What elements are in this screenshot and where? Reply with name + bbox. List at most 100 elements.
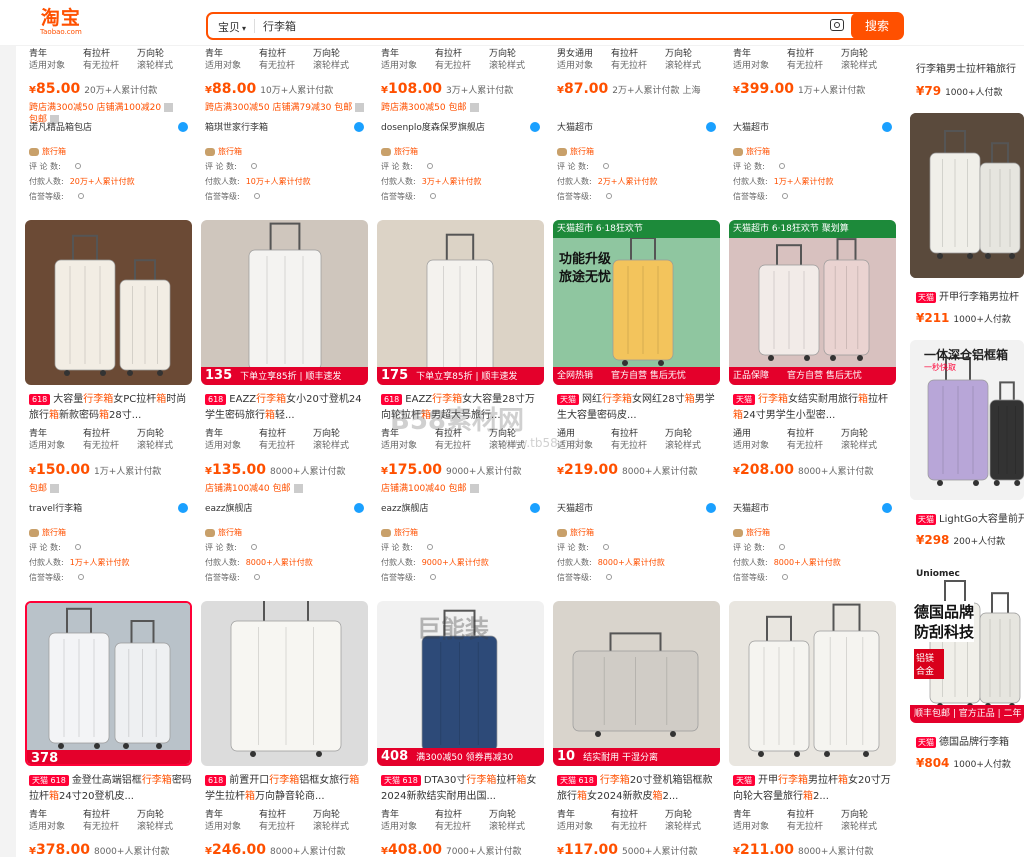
product-card[interactable]: 巨能装 408 满300减50 领券再减30 天猫 618 DTA30寸行李箱拉杆箱女2…	[377, 601, 544, 858]
coupon-text[interactable]: 包邮	[29, 483, 192, 495]
recommend-price: ¥298 200+人付款	[916, 533, 1006, 547]
search-icon[interactable]	[605, 574, 612, 580]
search-icon[interactable]	[253, 193, 260, 199]
search-icon[interactable]	[250, 544, 257, 550]
search-icon[interactable]	[77, 193, 84, 199]
recommend-image[interactable]: 一体深仓铝框箱 一秒快取	[910, 340, 1024, 500]
coupon-text[interactable]: 店铺满100减40 包邮	[205, 483, 368, 495]
product-attributes: 青年 有拉杆 万向轮 适用对象 有无拉杆 滚轮样式	[29, 48, 192, 72]
product-card[interactable]: 135 下单立享85折 | 顺丰速发 618 EAZZ行李箱女小20寸登机24学生密码…	[201, 220, 368, 590]
coupon-text[interactable]: 店铺满100减40 包邮	[381, 483, 544, 495]
product-thumbnail[interactable]: 巨能装 408 满300减50 领券再减30	[377, 601, 544, 766]
shop-name[interactable]: eazz旗舰店	[205, 503, 368, 515]
shop-name[interactable]: 箱琪世家行李箱	[205, 122, 368, 134]
recommend-card[interactable]: 天猫 开甲行李箱男拉杆 ¥211 1000+人付款	[910, 113, 1024, 333]
recommend-image[interactable]	[910, 113, 1024, 278]
shop-name[interactable]: 天猫超市	[557, 503, 720, 515]
wangwang-chat-icon[interactable]	[530, 503, 540, 513]
currency-symbol: ¥	[557, 466, 564, 477]
search-icon[interactable]	[250, 163, 257, 169]
search-icon[interactable]	[429, 193, 436, 199]
shop-name[interactable]: dosenplo度森保罗旗舰店	[381, 122, 544, 134]
left-scrollbar[interactable]	[0, 46, 16, 857]
product-thumbnail[interactable]: 175 下单立享85折 | 顺丰速发	[377, 220, 544, 385]
product-title[interactable]: 天猫 618 DTA30寸行李箱拉杆箱女2024新款结实耐用出国...	[381, 773, 544, 805]
product-title[interactable]: 天猫 开甲行李箱男拉杆箱女20寸万向轮大容量旅行箱2...	[733, 773, 896, 805]
product-card[interactable]: 10 结实耐用 干湿分离天猫 618 行李箱20寸登机箱铝框款旅行箱女2024新款皮…	[553, 601, 720, 858]
recommend-card[interactable]: 一体深仓铝框箱 一秒快取天猫 LightGo大容量前开 ¥298 200+人付款	[910, 340, 1024, 560]
product-title[interactable]: 天猫 网红行李箱女网红28寸箱男学生大容量密码皮...	[557, 392, 720, 424]
coupon-text[interactable]: 跨店满300减50 店铺满79减30 包邮	[205, 102, 368, 114]
product-thumbnail[interactable]: 天猫超市 6·18狂欢节 功能升级 旅途无忧 全网热销 官方自营 售后无忧	[553, 220, 720, 385]
recommend-title[interactable]: 天猫 德国品牌行李箱	[916, 733, 1009, 748]
wangwang-chat-icon[interactable]	[706, 503, 716, 513]
search-button[interactable]: 搜索	[851, 13, 903, 39]
product-card[interactable]: 618 大容量行李箱女PC拉杆箱时尚旅行箱新款密码箱28寸... 青年 有拉杆 万向轮适…	[25, 220, 192, 590]
camera-icon[interactable]	[830, 19, 844, 31]
product-title[interactable]: 618 前置开口行李箱铝框女旅行箱学生拉杆箱万向静音轮商...	[205, 773, 368, 805]
product-thumbnail[interactable]: 10 结实耐用 干湿分离	[553, 601, 720, 766]
search-icon[interactable]	[253, 574, 260, 580]
coupon-text[interactable]: 跨店满300减50 包邮	[381, 102, 544, 114]
attribute-value: 万向轮	[841, 49, 869, 59]
sales-count: 1万+人累计付款	[94, 467, 162, 477]
shop-name[interactable]: travel行李箱	[29, 503, 192, 515]
wangwang-chat-icon[interactable]	[178, 503, 188, 513]
search-icon[interactable]	[74, 163, 81, 169]
product-title[interactable]: 618 大容量行李箱女PC拉杆箱时尚旅行箱新款密码箱28寸...	[29, 392, 192, 424]
search-icon[interactable]	[781, 193, 788, 199]
product-thumbnail[interactable]	[729, 601, 896, 766]
product-card[interactable]: 天猫 开甲行李箱男拉杆箱女20寸万向轮大容量旅行箱2... 青年 有拉杆 万向轮 适用对象…	[729, 601, 896, 858]
recommend-title[interactable]: 天猫 LightGo大容量前开	[916, 510, 1024, 525]
wangwang-chat-icon[interactable]	[354, 503, 364, 513]
product-thumbnail[interactable]	[25, 220, 192, 385]
taobao-logo[interactable]: 淘宝 Taobao.com	[40, 8, 82, 36]
sales-count: 1万+人累计付款	[798, 86, 866, 96]
price-row: ¥175.00 9000+人累计付款	[381, 461, 544, 479]
wangwang-chat-icon[interactable]	[882, 122, 892, 132]
search-input[interactable]	[263, 17, 763, 35]
product-title[interactable]: 天猫 行李箱女结实耐用旅行箱拉杆箱24寸男学生小型密...	[733, 392, 896, 424]
attribute-key: 滚轮样式	[137, 61, 174, 71]
shop-name[interactable]: 大猫超市	[733, 122, 896, 134]
product-thumbnail[interactable]: 378	[25, 601, 192, 766]
shop-name[interactable]: 诺凡精品箱包店	[29, 122, 192, 134]
search-icon[interactable]	[778, 544, 785, 550]
search-icon[interactable]	[602, 544, 609, 550]
recommend-title[interactable]: 天猫 开甲行李箱男拉杆	[916, 288, 1019, 303]
recommend-image[interactable]: Uniomec 德国品牌 防刮科技 铝镁合金 顺丰包邮 | 官方正品 | 二年	[910, 563, 1024, 723]
wangwang-chat-icon[interactable]	[354, 122, 364, 132]
product-thumbnail[interactable]	[201, 601, 368, 766]
comment-count: 评 论 数:	[29, 160, 192, 173]
shop-name[interactable]: eazz旗舰店	[381, 503, 544, 515]
product-card[interactable]: 378 天猫 618 金登仕高端铝框行李箱密码拉杆箱24寸20登机皮... 青年 有拉杆…	[25, 601, 192, 858]
recommend-title[interactable]: 行李箱男士拉杆箱旅行	[916, 60, 1016, 75]
product-thumbnail[interactable]: 天猫超市 6·18狂欢节 聚划算 正品保障 官方自营 售后无忧	[729, 220, 896, 385]
product-title[interactable]: 天猫 618 金登仕高端铝框行李箱密码拉杆箱24寸20登机皮...	[29, 773, 192, 805]
wangwang-chat-icon[interactable]	[530, 122, 540, 132]
search-icon[interactable]	[426, 544, 433, 550]
search-icon[interactable]	[77, 574, 84, 580]
search-icon[interactable]	[74, 544, 81, 550]
promo-banner: 天猫超市 6·18狂欢节	[553, 220, 720, 238]
search-icon[interactable]	[602, 163, 609, 169]
coupon-text[interactable]: 跨店满300减50 店铺满100减20	[29, 102, 192, 114]
recommend-card[interactable]: Uniomec 德国品牌 防刮科技 铝镁合金 顺丰包邮 | 官方正品 | 二年天猫 德国品…	[910, 563, 1024, 783]
shop-name[interactable]: 天猫超市	[733, 503, 896, 515]
search-icon[interactable]	[426, 163, 433, 169]
product-title[interactable]: 天猫 618 行李箱20寸登机箱铝框款旅行箱女2024新款皮箱2...	[557, 773, 720, 805]
product-card[interactable]: 天猫超市 6·18狂欢节 功能升级 旅途无忧 全网热销 官方自营 售后无忧天猫 网红行李箱…	[553, 220, 720, 590]
search-scope-select[interactable]: 宝贝 ▾	[218, 19, 246, 35]
shop-name[interactable]: 大猫超市	[557, 122, 720, 134]
product-title[interactable]: 618 EAZZ行李箱女小20寸登机24学生密码旅行箱轻...	[205, 392, 368, 424]
wangwang-chat-icon[interactable]	[706, 122, 716, 132]
product-card[interactable]: 618 前置开口行李箱铝框女旅行箱学生拉杆箱万向静音轮商... 青年 有拉杆 万向轮 适用…	[201, 601, 368, 858]
search-icon[interactable]	[781, 574, 788, 580]
wangwang-chat-icon[interactable]	[882, 503, 892, 513]
wangwang-chat-icon[interactable]	[178, 122, 188, 132]
search-icon[interactable]	[778, 163, 785, 169]
search-icon[interactable]	[605, 193, 612, 199]
search-icon[interactable]	[429, 574, 436, 580]
product-card[interactable]: 天猫超市 6·18狂欢节 聚划算 正品保障 官方自营 售后无忧天猫 行李箱女结实耐用旅…	[729, 220, 896, 590]
product-thumbnail[interactable]: 135 下单立享85折 | 顺丰速发	[201, 220, 368, 385]
